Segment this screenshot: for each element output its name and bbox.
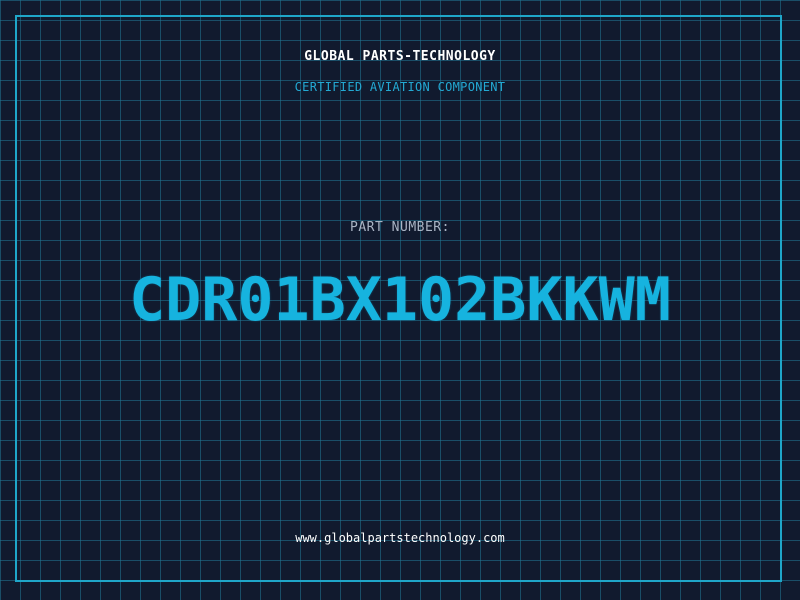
company-name: GLOBAL PARTS-TECHNOLOGY (304, 49, 496, 64)
part-number-value: CDR01BX102BKKWM (129, 265, 671, 335)
website-url: www.globalpartstechnology.com (295, 531, 505, 545)
part-number-label: PART NUMBER: (350, 220, 450, 235)
certification-subtitle: CERTIFIED AVIATION COMPONENT (294, 80, 506, 94)
part-label-card: GLOBAL PARTS-TECHNOLOGY CERTIFIED AVIATI… (0, 0, 800, 600)
